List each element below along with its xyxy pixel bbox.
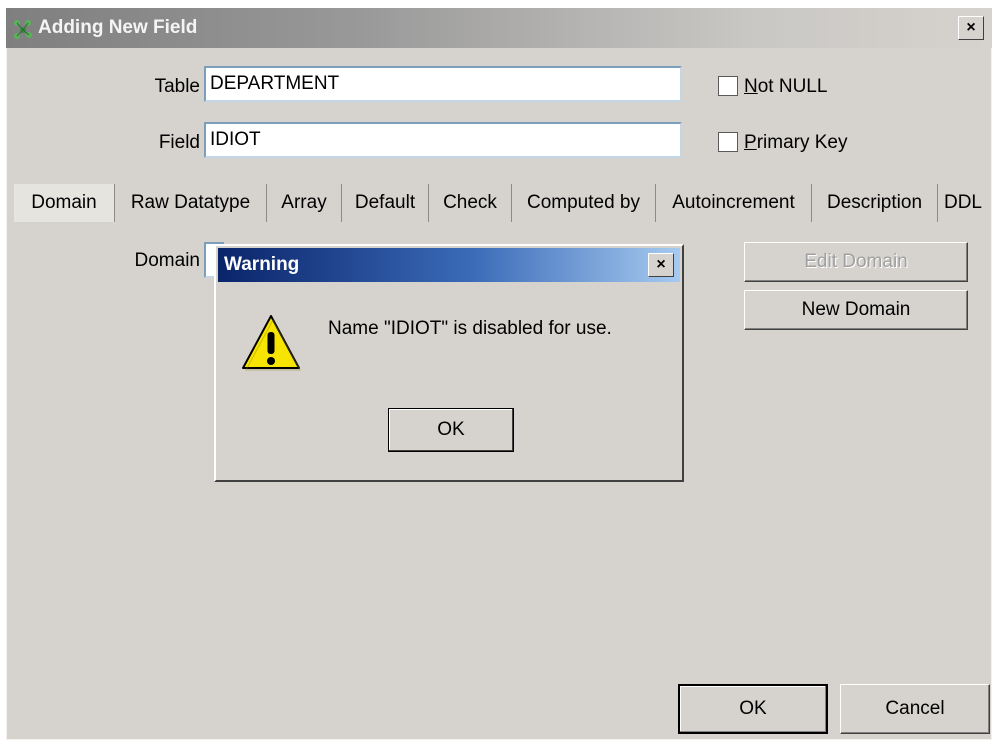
add-field-dialog: Adding New Field × Table DEPARTMENT Fiel…: [6, 8, 992, 740]
domain-label: Domain: [134, 250, 200, 271]
tab-check[interactable]: Check: [429, 184, 512, 222]
not-null-accel: N: [744, 76, 758, 97]
primary-key-label-text: rimary Key: [756, 132, 848, 153]
tab-raw-datatype[interactable]: Raw Datatype: [115, 184, 267, 222]
field-input[interactable]: IDIOT: [204, 122, 682, 158]
tab-default[interactable]: Default: [342, 184, 429, 222]
close-icon[interactable]: ×: [958, 16, 984, 40]
tab-ddl[interactable]: DDL: [938, 184, 988, 222]
primary-key-checkbox[interactable]: [718, 132, 738, 152]
tab-domain[interactable]: Domain: [14, 184, 115, 222]
table-label: Table: [154, 76, 200, 97]
ok-button[interactable]: OK: [678, 684, 828, 734]
table-input[interactable]: DEPARTMENT: [204, 66, 682, 102]
warning-close-icon[interactable]: ×: [648, 253, 674, 277]
warning-title: Warning: [224, 254, 300, 275]
not-null-label-text: ot NULL: [757, 76, 828, 97]
primary-key-accel: P: [744, 132, 757, 153]
tab-description[interactable]: Description: [812, 184, 938, 222]
tab-autoincrement[interactable]: Autoincrement: [656, 184, 812, 222]
warning-dialog: Warning × Name "IDIOT" is disabled for u…: [214, 244, 684, 482]
app-icon: [14, 20, 32, 39]
warning-titlebar[interactable]: Warning ×: [218, 248, 680, 282]
dialog-titlebar[interactable]: Adding New Field ×: [6, 8, 992, 48]
primary-key-label[interactable]: Primary Key: [744, 132, 847, 154]
warning-icon: [242, 315, 301, 371]
warning-message: Name "IDIOT" is disabled for use.: [328, 318, 612, 339]
field-label: Field: [158, 132, 200, 153]
tab-computed-by[interactable]: Computed by: [512, 184, 656, 222]
edit-domain-button[interactable]: Edit Domain: [744, 242, 968, 282]
not-null-label[interactable]: Not NULL: [744, 76, 827, 98]
cancel-button[interactable]: Cancel: [840, 684, 990, 734]
warning-ok-button[interactable]: OK: [388, 408, 514, 452]
tab-array[interactable]: Array: [267, 184, 342, 222]
dialog-title: Adding New Field: [38, 17, 198, 38]
not-null-checkbox[interactable]: [718, 76, 738, 96]
new-domain-button[interactable]: New Domain: [744, 290, 968, 330]
